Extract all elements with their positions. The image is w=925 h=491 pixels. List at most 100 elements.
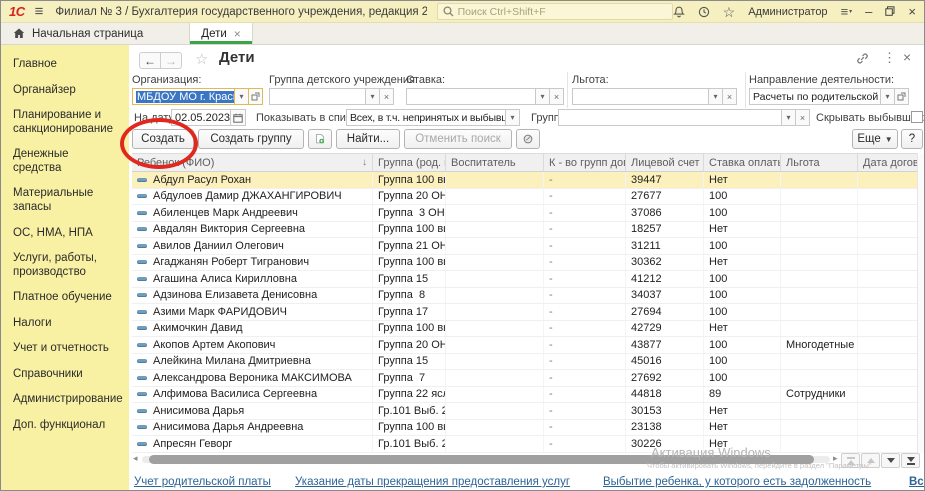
column-header[interactable]: К - во групп доп... — [544, 154, 626, 171]
institution-group-field[interactable]: ▾ × — [269, 88, 396, 105]
sidebar-item[interactable]: ОС, НМА, НПА — [13, 227, 129, 241]
column-header[interactable]: Группа (род. пл... — [373, 154, 446, 171]
sidebar-item[interactable]: Денежные средства — [13, 148, 129, 175]
create-group-button[interactable]: Создать группу — [198, 129, 304, 149]
table-row[interactable]: Агаджанян Роберт ТиграновичГруппа 100 вы… — [132, 255, 925, 272]
close-page-icon[interactable]: × — [903, 50, 911, 64]
column-header[interactable]: Ставка оплаты — [704, 154, 781, 171]
history-icon[interactable] — [698, 6, 710, 18]
sidebar-item[interactable]: Материальные запасы — [13, 187, 129, 214]
scroll-right-icon[interactable]: ▸ — [833, 453, 838, 464]
help-button[interactable]: ? — [901, 129, 923, 149]
sidebar-item[interactable]: Доп. функционал — [13, 419, 129, 433]
column-header[interactable]: Лицевой счет — [626, 154, 704, 171]
benefit-dropdown-icon[interactable]: ▾ — [708, 88, 723, 105]
show-in-list-select[interactable]: Всех, в т.ч. непринятых и выбывших ▾ — [346, 109, 521, 126]
table-row[interactable]: Анисимова ДарьяГр.101 Выб. 20...-30153Не… — [132, 403, 925, 420]
benefit-clear-icon[interactable]: × — [722, 88, 737, 105]
table-row[interactable]: Агашина Алиса КирилловнаГруппа 15-412121… — [132, 271, 925, 288]
rate-dropdown-icon[interactable]: ▾ — [535, 88, 550, 105]
add-to-favorites-star-icon[interactable]: ☆ — [195, 50, 208, 68]
footer-link[interactable]: Учет родительской платы — [134, 476, 271, 488]
current-user[interactable]: Администратор — [748, 6, 827, 18]
table-row[interactable]: Анисимова Дарья АндреевнаГруппа 100 выб.… — [132, 420, 925, 437]
activity-open-icon[interactable] — [894, 88, 909, 105]
table-row[interactable]: Александрова Вероника МАКСИМОВАГруппа 7-… — [132, 370, 925, 387]
sidebar-item[interactable]: Учет и отчетность — [13, 342, 129, 356]
create-button[interactable]: Создать — [132, 129, 194, 149]
cancel-search-button[interactable]: Отменить поиск — [404, 129, 512, 149]
sidebar-item[interactable]: Органайзер — [13, 84, 129, 98]
tab-home[interactable]: Начальная страница — [1, 23, 155, 44]
more-actions-icon[interactable]: ⋮ — [883, 51, 896, 64]
group-clear-icon[interactable]: × — [795, 109, 810, 126]
tab-children[interactable]: Дети × — [189, 23, 253, 44]
footer-link[interactable]: Указание даты прекращения предоставления… — [295, 476, 570, 488]
page-up-button[interactable] — [861, 453, 880, 468]
table-row[interactable]: Апресян ГеворгГр.101 Выб. 20...-30226Нет — [132, 436, 925, 453]
table-row[interactable]: Акимочкин ДавидГруппа 100 выб...-42729Не… — [132, 321, 925, 338]
column-header[interactable]: Ребенок (ФИО)↓ — [132, 154, 373, 171]
find-button[interactable]: Найти... — [336, 129, 400, 149]
calendar-icon[interactable] — [230, 109, 246, 126]
table-row[interactable]: Абиленцев Марк АндреевичГруппа 3 ОНР-370… — [132, 205, 925, 222]
get-link-icon[interactable] — [856, 52, 869, 67]
organization-open-icon[interactable] — [248, 88, 263, 105]
institution-group-dropdown-icon[interactable]: ▾ — [365, 88, 380, 105]
activity-field[interactable]: Расчеты по родительской плате ▾ — [749, 88, 911, 105]
column-header[interactable]: Льгота — [781, 154, 858, 171]
footer-link[interactable]: Выбытие ребенка, у которого есть задолже… — [603, 476, 871, 488]
table-row[interactable]: Абдул Расул РоханГруппа 100 выб...-39447… — [132, 172, 925, 189]
institution-group-clear-icon[interactable]: × — [379, 88, 394, 105]
benefit-filter-field[interactable]: ▾ × — [572, 88, 739, 105]
back-button[interactable]: ← — [139, 52, 161, 69]
all-commands-link[interactable]: Все — [909, 476, 925, 488]
favorites-star-icon[interactable]: ☆ — [723, 5, 736, 19]
table-row[interactable]: Акопов Артем АкоповичГруппа 20 ОНР-43877… — [132, 337, 925, 354]
create-copy-button[interactable] — [308, 129, 332, 149]
page-down-button[interactable] — [881, 453, 900, 468]
sidebar-item[interactable]: Платное обучение — [13, 291, 129, 305]
organization-dropdown-icon[interactable]: ▾ — [234, 88, 249, 105]
activity-dropdown-icon[interactable]: ▾ — [880, 88, 895, 105]
on-date-field[interactable]: 02.05.2023 — [171, 109, 247, 126]
hscrollbar-thumb[interactable] — [149, 455, 814, 464]
sidebar-item[interactable]: Налоги — [13, 317, 129, 331]
tab-close-icon[interactable]: × — [234, 27, 241, 41]
global-search-input[interactable]: Поиск Ctrl+Shift+F — [437, 3, 673, 20]
restore-button[interactable] — [885, 5, 895, 18]
main-menu-icon[interactable]: ≡ — [35, 4, 44, 19]
service-menu-icon[interactable]: ≡▾ — [841, 5, 853, 18]
table-row[interactable]: Алфимова Василиса СергеевнаГруппа 22 ясл… — [132, 387, 925, 404]
organization-field[interactable]: МБДОУ МО г. Краснода ▾ — [132, 88, 265, 105]
forward-button[interactable]: → — [160, 52, 182, 69]
table-row[interactable]: Азими Марк ФАРИДОВИЧГруппа 17-27694100 — [132, 304, 925, 321]
close-window-button[interactable]: × — [908, 5, 916, 18]
rate-filter-field[interactable]: ▾ × — [406, 88, 566, 105]
sidebar-item[interactable]: Услуги, работы, производство — [13, 252, 129, 279]
sidebar-item[interactable]: Справочники — [13, 368, 129, 382]
sidebar-item[interactable]: Главное — [13, 58, 129, 72]
column-header[interactable]: Дата догов... — [858, 154, 925, 171]
vertical-scrollbar[interactable] — [917, 153, 925, 453]
table-row[interactable]: Адзинова Елизавета ДенисовнаГруппа 8-340… — [132, 288, 925, 305]
sidebar-item[interactable]: Администрирование — [13, 393, 129, 407]
scroll-left-icon[interactable]: ◂ — [133, 453, 138, 464]
sidebar-item[interactable]: Планирование и санкционирование — [13, 109, 129, 136]
group-filter-field[interactable]: ▾ × — [558, 109, 812, 126]
clear-search-button[interactable] — [516, 129, 540, 149]
group-dropdown-icon[interactable]: ▾ — [781, 109, 796, 126]
table-row[interactable]: Авилов Даниил ОлеговичГруппа 21 ОНР-3121… — [132, 238, 925, 255]
show-in-list-dropdown-icon[interactable]: ▾ — [505, 109, 520, 126]
more-button[interactable]: Еще▼ — [852, 129, 898, 149]
rate-clear-icon[interactable]: × — [549, 88, 564, 105]
table-row[interactable]: Алейкина Милана ДмитриевнаГруппа 15-4501… — [132, 354, 925, 371]
table-row[interactable]: Авдалян Виктория СергеевнаГруппа 100 выб… — [132, 222, 925, 239]
minimize-button[interactable]: – — [865, 5, 872, 18]
go-to-last-button[interactable] — [901, 453, 920, 468]
table-row[interactable]: Абдулоев Дамир ДЖАХАНГИРОВИЧГруппа 20 ОН… — [132, 189, 925, 206]
column-header[interactable]: Воспитатель — [446, 154, 544, 171]
notifications-bell-icon[interactable] — [673, 6, 685, 18]
hide-departed-checkbox[interactable] — [911, 111, 923, 123]
go-to-first-button[interactable] — [841, 453, 860, 468]
